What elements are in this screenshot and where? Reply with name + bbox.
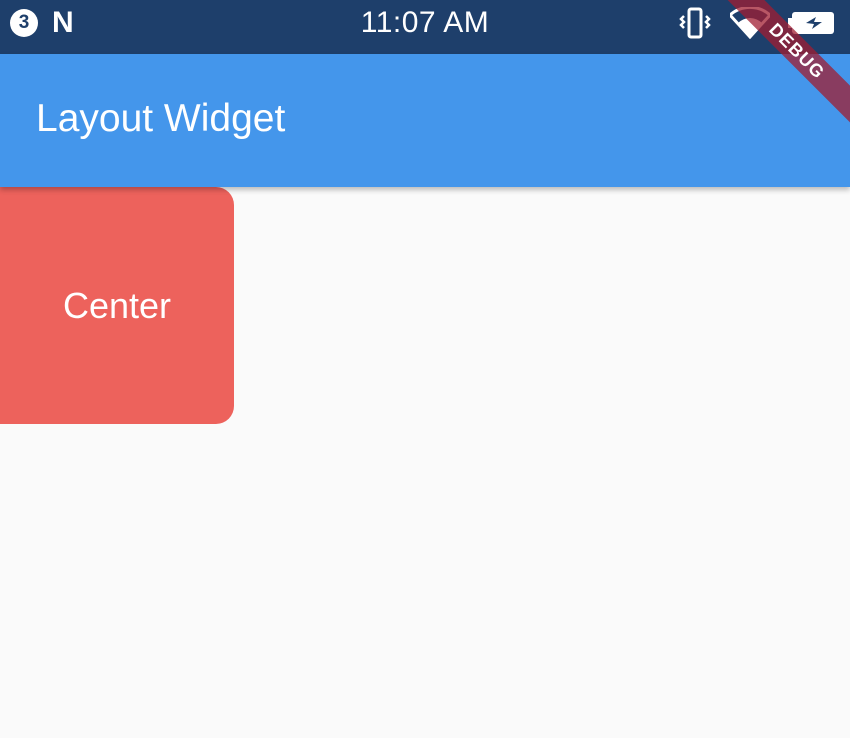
vibrate-icon	[679, 7, 711, 39]
center-container: Center	[0, 187, 234, 424]
center-label: Center	[62, 284, 172, 326]
status-right-icons	[678, 6, 836, 40]
phone-screen: 3 N 11:07 AM Layout Widget DEBUG Center	[0, 0, 850, 738]
app-bar: Layout Widget	[0, 54, 850, 187]
app-bar-title: Layout Widget	[36, 97, 286, 140]
status-bar: 3 N 11:07 AM	[0, 0, 850, 54]
battery-charging-icon	[788, 12, 834, 34]
wifi-icon	[730, 7, 770, 39]
